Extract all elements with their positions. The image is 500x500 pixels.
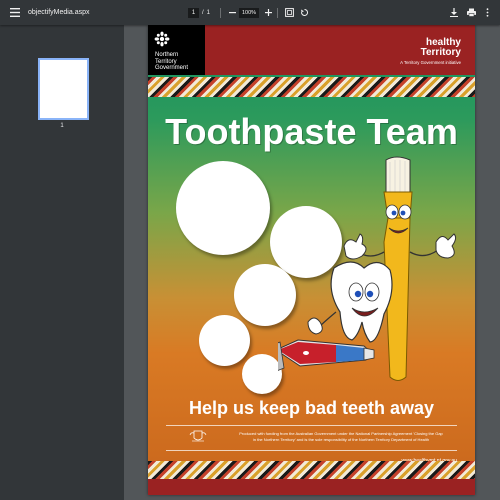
- page-number-input[interactable]: 1: [188, 7, 199, 18]
- brand-subtitle: A Territory Government initiative: [400, 60, 461, 65]
- divider-line: [166, 425, 457, 426]
- rotate-icon[interactable]: [297, 6, 311, 20]
- toothpaste-team-mascots: [278, 156, 457, 381]
- ntg-logo: Northern Territory Government: [148, 25, 205, 75]
- menu-icon[interactable]: [8, 6, 22, 20]
- toolbar-divider: [219, 0, 221, 25]
- divider-line: [166, 450, 457, 451]
- healthy-territory-logo: healthy Territory: [421, 38, 461, 58]
- download-icon[interactable]: [447, 6, 461, 20]
- poster-header: Northern Territory Government healthy Te…: [148, 25, 475, 75]
- document-title: objectifyMedia.aspx: [28, 9, 90, 16]
- page-total: 1: [206, 9, 211, 16]
- more-icon[interactable]: [480, 6, 494, 20]
- toolbar-divider: [276, 0, 278, 25]
- ntg-wordmark: Northern Territory Government: [155, 52, 188, 72]
- ntg-line: Government: [155, 65, 189, 72]
- toothpaste-tube-mascot: [278, 339, 375, 371]
- thumbnail-page-number: 1: [60, 123, 64, 129]
- brand-line: Territory: [420, 47, 461, 58]
- poster-title: Toothpaste Team: [165, 111, 458, 152]
- poster-tagline: Help us keep bad teeth away: [188, 398, 435, 418]
- funding-statement: Produced with funding from the Australia…: [226, 431, 456, 443]
- fit-page-icon[interactable]: [282, 6, 296, 20]
- ntg-line: Northern: [155, 52, 179, 58]
- page-separator: /: [202, 9, 204, 16]
- pdf-page: Northern Territory Government healthy Te…: [148, 25, 475, 495]
- thumbnail-sidebar: 1: [0, 25, 124, 500]
- ntg-emblem-icon: [154, 31, 170, 47]
- photo-circle: [199, 315, 250, 366]
- zoom-level-input[interactable]: 100%: [239, 7, 259, 18]
- photo-circle: [242, 354, 282, 394]
- aboriginal-pattern-band-top: [148, 77, 475, 97]
- ntg-line: Territory: [155, 58, 177, 65]
- page-thumbnail[interactable]: [38, 58, 89, 120]
- pdf-toolbar: objectifyMedia.aspx 1 / 1 100%: [0, 0, 500, 25]
- commonwealth-crest-icon: [189, 430, 207, 442]
- zoom-in-icon[interactable]: [261, 6, 275, 20]
- poster-footer-bar: [148, 479, 475, 495]
- photo-circle: [176, 161, 270, 255]
- aboriginal-pattern-band-bottom: [148, 461, 475, 479]
- page-selector: 1 / 1: [188, 0, 210, 25]
- funding-line: in the Northern Territory' and is the so…: [252, 437, 430, 442]
- zoom-out-icon[interactable]: [225, 6, 239, 20]
- tooth-mascot: [307, 261, 393, 343]
- print-icon[interactable]: [464, 6, 478, 20]
